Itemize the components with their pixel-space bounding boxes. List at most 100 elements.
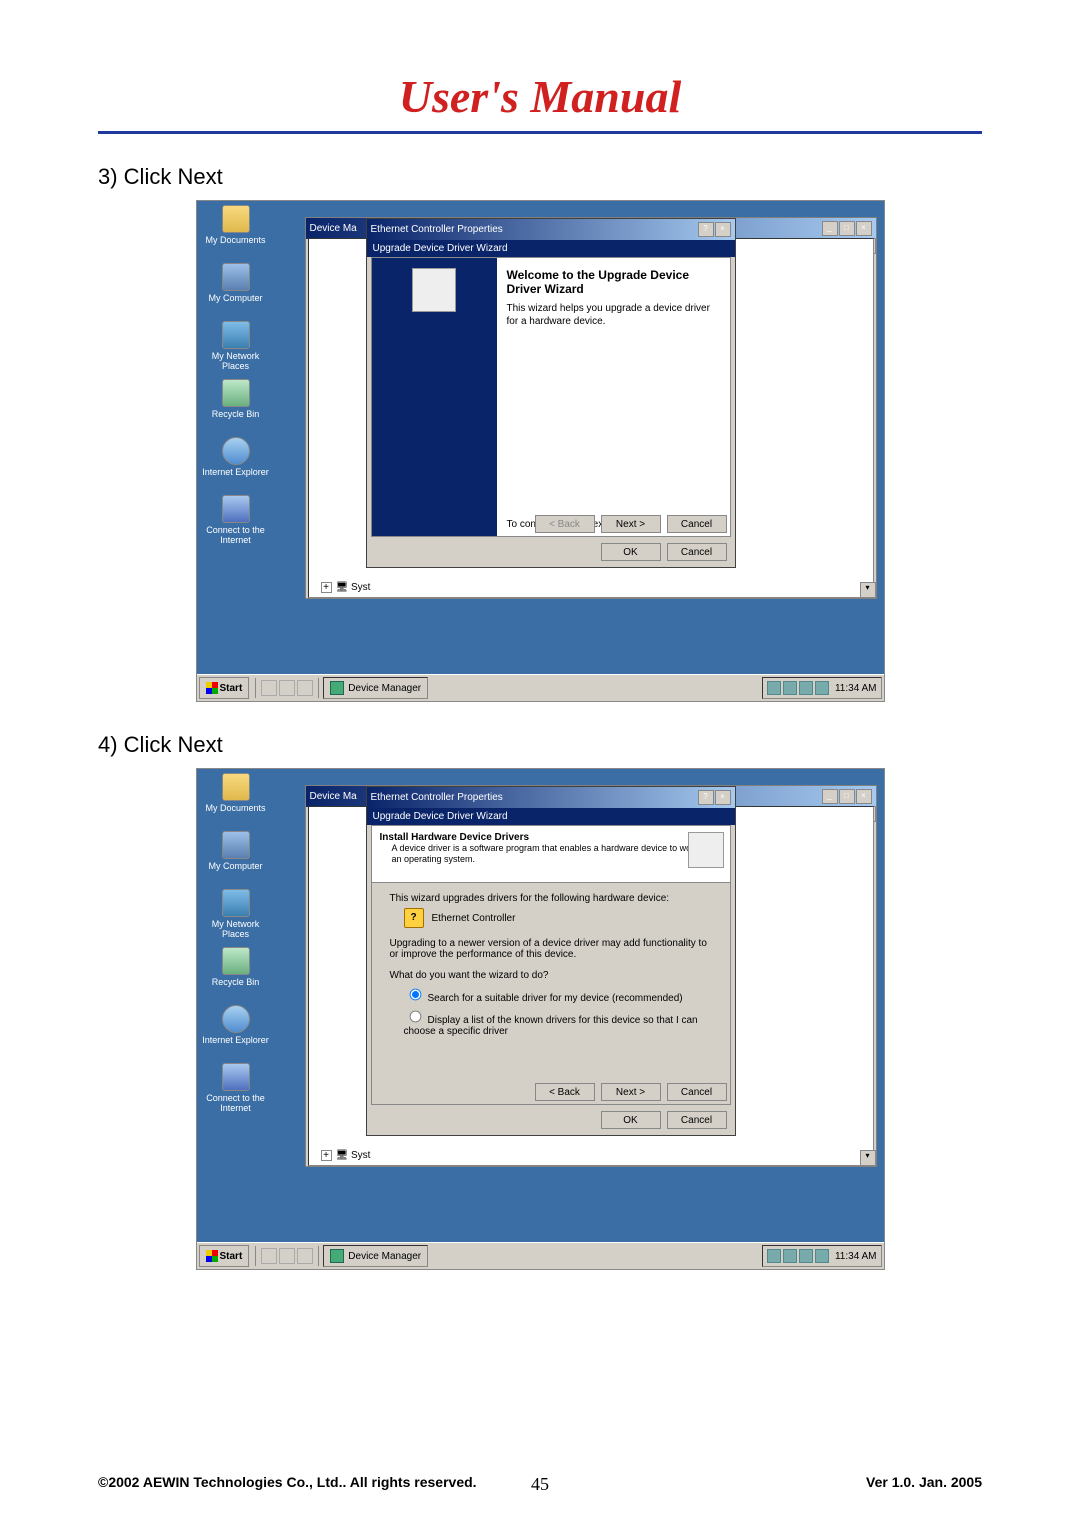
start-button[interactable]: Start bbox=[199, 677, 250, 699]
quicklaunch-icon[interactable] bbox=[297, 1248, 313, 1264]
desktop-icon-label: My Network Places bbox=[201, 919, 271, 939]
connect-internet-icon[interactable]: Connect to the Internet bbox=[201, 1063, 271, 1113]
tray-icon[interactable] bbox=[783, 681, 797, 695]
window-controls: _ □ × bbox=[822, 221, 872, 236]
task-label: Device Manager bbox=[348, 1251, 421, 1262]
manual-title: User's Manual bbox=[0, 0, 1080, 131]
minimize-button[interactable]: _ bbox=[822, 221, 838, 236]
my-computer-icon[interactable]: My Computer bbox=[201, 831, 271, 871]
my-computer-icon-glyph bbox=[222, 263, 250, 291]
wizard-heading: Welcome to the Upgrade Device Driver Wiz… bbox=[507, 268, 720, 296]
my-network-places-icon-glyph bbox=[222, 321, 250, 349]
step-4-heading: 4) Click Next bbox=[98, 732, 982, 758]
wizard-sidebar bbox=[372, 258, 497, 536]
maximize-button[interactable]: □ bbox=[839, 221, 855, 236]
connect-internet-icon[interactable]: Connect to the Internet bbox=[201, 495, 271, 545]
tray-icon[interactable] bbox=[767, 681, 781, 695]
my-documents-icon-glyph bbox=[222, 205, 250, 233]
cancel-button[interactable]: Cancel bbox=[667, 1111, 727, 1129]
scroll-down-button[interactable]: ▾ bbox=[860, 582, 876, 598]
windows-logo-icon bbox=[206, 1250, 218, 1262]
my-computer-icon[interactable]: My Computer bbox=[201, 263, 271, 303]
tray-icon[interactable] bbox=[799, 1249, 813, 1263]
recycle-bin-icon[interactable]: Recycle Bin bbox=[201, 379, 271, 419]
device-manager-title-text: Device Ma bbox=[310, 223, 357, 234]
my-documents-icon[interactable]: My Documents bbox=[201, 773, 271, 813]
window-controls: ? × bbox=[698, 222, 731, 237]
ok-button[interactable]: OK bbox=[601, 543, 661, 561]
properties-titlebar: Ethernet Controller Properties ? × bbox=[367, 219, 735, 240]
internet-explorer-icon[interactable]: Internet Explorer bbox=[201, 437, 271, 477]
close-button[interactable]: × bbox=[856, 221, 872, 236]
ok-button[interactable]: OK bbox=[601, 1111, 661, 1129]
footer-version: Ver 1.0. Jan. 2005 bbox=[866, 1474, 982, 1490]
close-button[interactable]: × bbox=[715, 222, 731, 237]
tray-icon[interactable] bbox=[783, 1249, 797, 1263]
desktop-icon-label: Recycle Bin bbox=[201, 977, 271, 987]
gear-icon bbox=[412, 268, 456, 312]
tree-item-syst[interactable]: +🖥 Syst bbox=[321, 582, 371, 593]
next-button[interactable]: Next > bbox=[601, 515, 661, 533]
scroll-down-button[interactable]: ▾ bbox=[860, 1150, 876, 1166]
desktop-icon-label: My Network Places bbox=[201, 351, 271, 371]
start-button[interactable]: Start bbox=[199, 1245, 250, 1267]
radio-search[interactable] bbox=[409, 989, 421, 1001]
recycle-bin-icon[interactable]: Recycle Bin bbox=[201, 947, 271, 987]
next-button[interactable]: Next > bbox=[601, 1083, 661, 1101]
recycle-bin-icon-glyph bbox=[222, 379, 250, 407]
warning-icon: ? bbox=[404, 908, 424, 928]
tree-item-syst[interactable]: +🖥 Syst bbox=[321, 1150, 371, 1161]
manual-page: User's Manual 3) Click Next My Documents… bbox=[0, 0, 1080, 1528]
taskbar-task-device-manager[interactable]: Device Manager bbox=[323, 677, 428, 699]
device-manager-title-text: Device Ma bbox=[310, 791, 357, 802]
wizard-line-2: Upgrading to a newer version of a device… bbox=[390, 938, 712, 960]
tray-icon[interactable] bbox=[799, 681, 813, 695]
cancel-button[interactable]: Cancel bbox=[667, 1083, 727, 1101]
device-line: ? Ethernet Controller bbox=[404, 908, 712, 928]
quicklaunch-icon[interactable] bbox=[279, 680, 295, 696]
tray-icon[interactable] bbox=[815, 681, 829, 695]
radio-list[interactable] bbox=[409, 1011, 421, 1023]
maximize-button[interactable]: □ bbox=[839, 789, 855, 804]
cancel-button[interactable]: Cancel bbox=[667, 515, 727, 533]
title-rule bbox=[98, 131, 982, 134]
tray-icon[interactable] bbox=[815, 1249, 829, 1263]
quicklaunch-icon[interactable] bbox=[261, 680, 277, 696]
my-network-places-icon[interactable]: My Network Places bbox=[201, 889, 271, 939]
tray-icon[interactable] bbox=[767, 1249, 781, 1263]
my-documents-icon[interactable]: My Documents bbox=[201, 205, 271, 245]
quicklaunch-icon[interactable] bbox=[279, 1248, 295, 1264]
option-search[interactable]: Search for a suitable driver for my devi… bbox=[404, 985, 712, 1004]
wizard-question: What do you want the wizard to do? bbox=[390, 970, 712, 981]
tree-item-label: Syst bbox=[351, 582, 370, 593]
cancel-button[interactable]: Cancel bbox=[667, 543, 727, 561]
minimize-button[interactable]: _ bbox=[822, 789, 838, 804]
wizard-subtext: This wizard helps you upgrade a device d… bbox=[507, 302, 720, 328]
expand-icon[interactable]: + bbox=[321, 582, 332, 593]
connect-internet-icon-glyph bbox=[222, 1063, 250, 1091]
clock: 11:34 AM bbox=[835, 683, 877, 694]
quicklaunch-icon[interactable] bbox=[261, 1248, 277, 1264]
help-button[interactable]: ? bbox=[698, 790, 714, 805]
desktop-icon-label: Recycle Bin bbox=[201, 409, 271, 419]
desktop-icon-label: My Documents bbox=[201, 803, 271, 813]
taskbar-task-device-manager[interactable]: Device Manager bbox=[323, 1245, 428, 1267]
desktop-icon-label: My Computer bbox=[201, 293, 271, 303]
expand-icon[interactable]: + bbox=[321, 1150, 332, 1161]
help-button[interactable]: ? bbox=[698, 222, 714, 237]
my-network-places-icon[interactable]: My Network Places bbox=[201, 321, 271, 371]
clock: 11:34 AM bbox=[835, 1251, 877, 1262]
quicklaunch-icon[interactable] bbox=[297, 680, 313, 696]
taskbar-separator bbox=[255, 1246, 256, 1266]
close-button[interactable]: × bbox=[856, 789, 872, 804]
system-tray: 11:34 AM bbox=[762, 1245, 882, 1267]
desktop-icon-label: Internet Explorer bbox=[201, 1035, 271, 1045]
back-button[interactable]: < Back bbox=[535, 1083, 595, 1101]
wizard-head-title: Install Hardware Device Drivers bbox=[380, 832, 722, 843]
wizard-header: Install Hardware Device Drivers A device… bbox=[372, 826, 730, 883]
option-list[interactable]: Display a list of the known drivers for … bbox=[404, 1007, 712, 1037]
taskbar-separator bbox=[318, 1246, 319, 1266]
internet-explorer-icon[interactable]: Internet Explorer bbox=[201, 1005, 271, 1045]
wizard-content: Welcome to the Upgrade Device Driver Wiz… bbox=[497, 258, 730, 536]
close-button[interactable]: × bbox=[715, 790, 731, 805]
